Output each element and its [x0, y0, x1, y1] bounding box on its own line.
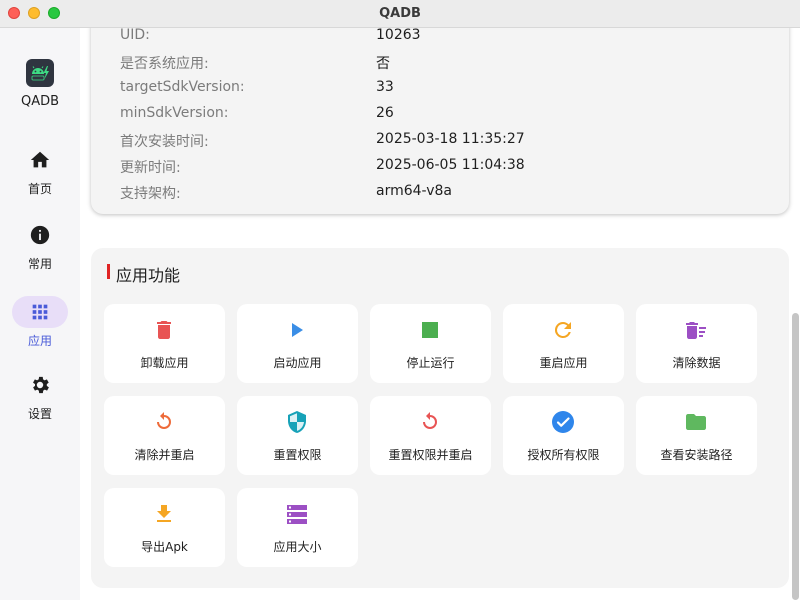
close-window-button[interactable]	[8, 7, 20, 19]
button-label: 卸载应用	[140, 356, 189, 370]
button-label: 重置权限	[273, 448, 322, 462]
info-label: 支持架构:	[120, 186, 181, 202]
gear-icon	[12, 369, 68, 401]
button-label: 查看安装路径	[660, 448, 733, 462]
download-icon	[157, 505, 171, 522]
export-apk-button[interactable]: 导出Apk	[104, 488, 225, 567]
nav-label-common: 常用	[27, 257, 52, 271]
clear-and-restart-button[interactable]: 清除并重启	[104, 396, 225, 475]
info-value: 26	[376, 105, 394, 121]
app-size-button[interactable]: 应用大小	[237, 488, 358, 567]
button-label: 清除并重启	[134, 448, 195, 462]
nav-item-home[interactable]: 首页	[0, 144, 80, 197]
button-label: 重启应用	[539, 356, 588, 370]
nav-label-home: 首页	[27, 182, 52, 196]
button-label: 应用大小	[273, 540, 322, 554]
nav-item-settings[interactable]: 设置	[0, 369, 80, 422]
info-value: 10263	[376, 28, 421, 43]
launch-app-button[interactable]: 启动应用	[237, 304, 358, 383]
app-name-label: QADB	[20, 94, 60, 109]
nav-label-apps: 应用	[27, 334, 52, 348]
sidebar: QADB 首页 常用 应用 设置	[0, 28, 80, 600]
storage-icon	[287, 505, 307, 524]
reset-permissions-and-restart-button[interactable]: 重置权限并重启	[370, 396, 491, 475]
button-label: 导出Apk	[141, 540, 188, 554]
folder-icon	[686, 414, 706, 430]
info-row-abi: 支持架构: arm64-v8a	[91, 183, 789, 203]
info-value: 33	[376, 79, 394, 95]
button-label: 清除数据	[672, 356, 721, 370]
grant-all-permissions-button[interactable]: 授权所有权限	[503, 396, 624, 475]
info-row-system-app: 是否系统应用: 否	[91, 53, 789, 73]
info-label: 是否系统应用:	[120, 56, 209, 72]
button-label: 启动应用	[273, 356, 322, 370]
check-circle-icon	[552, 411, 574, 433]
info-value: arm64-v8a	[376, 183, 452, 199]
window-controls	[8, 7, 60, 19]
nav-item-apps[interactable]: 应用	[0, 296, 80, 349]
info-value: 否	[376, 56, 390, 72]
nav-label-settings: 设置	[27, 407, 52, 421]
apps-grid-icon	[12, 296, 68, 328]
button-label: 重置权限并重启	[388, 448, 473, 462]
shield-icon	[288, 411, 306, 433]
uninstall-app-button[interactable]: 卸载应用	[104, 304, 225, 383]
restart-icon	[554, 321, 571, 338]
info-label: targetSdkVersion:	[120, 79, 245, 95]
play-icon	[292, 323, 303, 337]
window-titlebar: QADB	[0, 0, 800, 28]
home-icon	[12, 144, 68, 176]
app-logo	[26, 59, 54, 87]
info-row-update-time: 更新时间: 2025-06-05 11:04:38	[91, 157, 789, 177]
clear-data-icon	[686, 322, 706, 339]
info-row-target-sdk: targetSdkVersion: 33	[91, 79, 789, 99]
section-title-marker	[107, 264, 110, 279]
info-value: 2025-06-05 11:04:38	[376, 157, 525, 173]
view-install-path-button[interactable]: 查看安装路径	[636, 396, 757, 475]
button-label: 授权所有权限	[527, 448, 600, 462]
clear-restart-icon	[157, 412, 171, 429]
info-label: 更新时间:	[120, 160, 181, 176]
info-row-min-sdk: minSdkVersion: 26	[91, 105, 789, 125]
info-label: 首次安装时间:	[120, 134, 209, 150]
nav-item-common[interactable]: 常用	[0, 219, 80, 272]
section-title: 应用功能	[116, 266, 181, 285]
main-content: UID: 10263 是否系统应用: 否 targetSdkVersion: 3…	[80, 28, 800, 600]
stop-icon	[422, 322, 438, 338]
minimize-window-button[interactable]	[28, 7, 40, 19]
info-icon	[12, 219, 68, 251]
trash-icon	[157, 321, 171, 339]
info-value: 2025-03-18 11:35:27	[376, 131, 525, 147]
android-logo-icon	[31, 66, 49, 81]
info-label: minSdkVersion:	[120, 105, 229, 121]
reset-permissions-button[interactable]: 重置权限	[237, 396, 358, 475]
app-functions-card: 应用功能 卸载应用 启动应用 停止运行 重启应用 清除数据 清除并重启 重置权限…	[91, 248, 789, 588]
restart-app-button[interactable]: 重启应用	[503, 304, 624, 383]
info-row-uid: UID: 10263	[91, 28, 789, 47]
reset-restart-icon	[423, 412, 437, 429]
scrollbar-thumb[interactable]	[792, 313, 799, 600]
window-title: QADB	[379, 6, 421, 21]
info-row-install-time: 首次安装时间: 2025-03-18 11:35:27	[91, 131, 789, 151]
button-label: 停止运行	[406, 356, 455, 370]
app-info-card: UID: 10263 是否系统应用: 否 targetSdkVersion: 3…	[91, 28, 789, 214]
maximize-window-button[interactable]	[48, 7, 60, 19]
stop-app-button[interactable]: 停止运行	[370, 304, 491, 383]
clear-data-button[interactable]: 清除数据	[636, 304, 757, 383]
info-label: UID:	[120, 28, 150, 43]
